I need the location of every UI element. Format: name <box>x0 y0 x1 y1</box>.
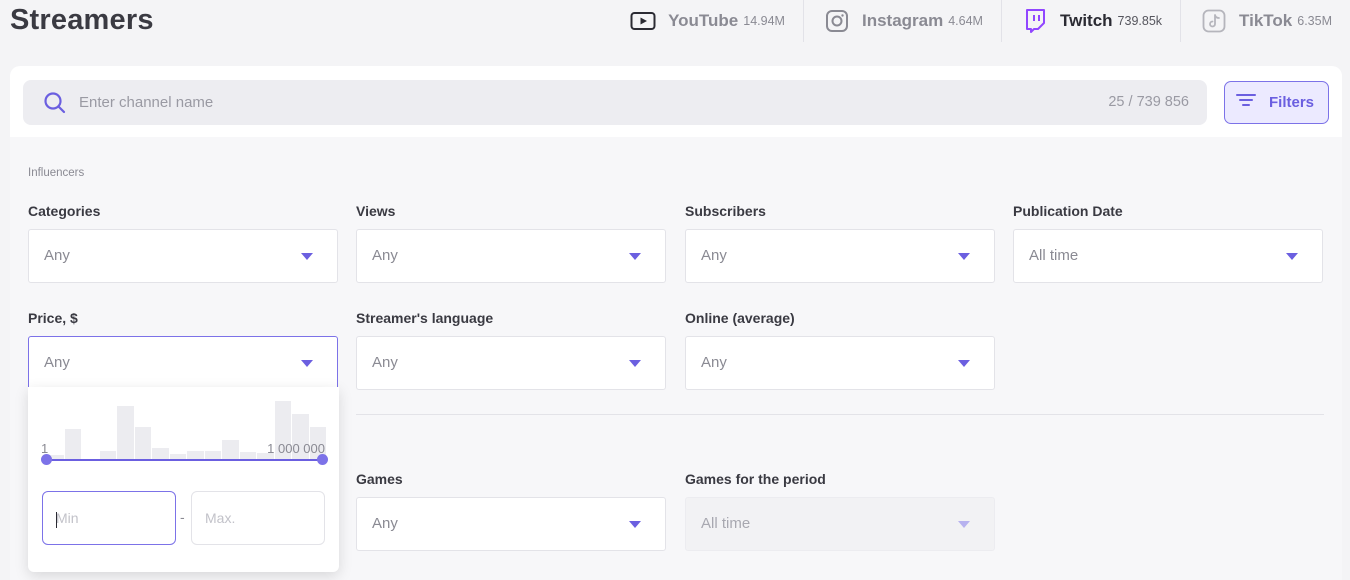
select-value: All time <box>1029 247 1079 264</box>
platform-count: 6.35M <box>1297 14 1332 28</box>
categories-select[interactable]: Any <box>28 229 338 283</box>
platform-tab-youtube[interactable]: YouTube 14.94M <box>610 0 803 42</box>
platform-count: 739.85k <box>1117 14 1163 28</box>
chevron-down-icon <box>1286 253 1298 260</box>
platform-tab-twitch[interactable]: Twitch 739.85k <box>1000 0 1180 42</box>
filter-label: Categories <box>28 203 101 219</box>
histogram-bar <box>222 440 239 460</box>
price-max-input[interactable] <box>191 491 325 545</box>
platform-name: Twitch <box>1059 11 1113 30</box>
histogram-bar <box>117 406 134 460</box>
select-value: Any <box>372 247 398 264</box>
filter-label: Views <box>356 203 396 219</box>
chevron-down-icon <box>629 521 641 528</box>
filter-games: Games Any <box>356 471 666 551</box>
results-counter: 25 / 739 856 <box>1108 94 1189 110</box>
filter-online: Online (average) Any <box>685 310 995 390</box>
online-select[interactable]: Any <box>685 336 995 390</box>
price-range-popup: 1 1 000 000 - <box>28 387 339 572</box>
range-max-handle[interactable] <box>317 454 328 465</box>
filter-label: Streamer's language <box>356 310 494 326</box>
platform-tab-instagram[interactable]: Instagram 4.64M <box>802 0 1001 42</box>
select-value: Any <box>372 515 398 532</box>
platform-tab-tiktok[interactable]: TikTok 6.35M <box>1180 0 1350 42</box>
chevron-down-icon <box>958 360 970 367</box>
filter-games-period: Games for the period All time <box>685 471 995 551</box>
filter-label: Publication Date <box>1013 203 1123 219</box>
platform-name: YouTube <box>668 11 739 30</box>
filter-publication-date: Publication Date All time <box>1013 203 1323 283</box>
games-period-select: All time <box>685 497 995 551</box>
filter-price: Price, $ Any <box>28 310 338 390</box>
search-bar: 25 / 739 856 <box>23 80 1207 125</box>
histogram-bar <box>64 429 81 460</box>
platform-name: TikTok <box>1239 11 1293 30</box>
games-select[interactable]: Any <box>356 497 666 551</box>
range-min-handle[interactable] <box>41 454 52 465</box>
range-separator: - <box>180 509 185 525</box>
filter-label: Online (average) <box>685 310 795 326</box>
filters-button[interactable]: Filters <box>1224 81 1329 124</box>
chevron-down-icon <box>301 253 313 260</box>
select-value: Any <box>701 247 727 264</box>
subscribers-select[interactable]: Any <box>685 229 995 283</box>
section-divider <box>356 414 1324 415</box>
select-value: Any <box>372 354 398 371</box>
filter-language: Streamer's language Any <box>356 310 666 390</box>
text-cursor <box>56 512 57 528</box>
chevron-down-icon <box>958 521 970 528</box>
language-select[interactable]: Any <box>356 336 666 390</box>
price-select[interactable]: Any <box>28 336 338 390</box>
section-label: Influencers <box>28 167 85 179</box>
instagram-icon <box>824 9 850 33</box>
select-value: Any <box>701 354 727 371</box>
price-min-input[interactable] <box>42 491 176 545</box>
views-select[interactable]: Any <box>356 229 666 283</box>
filter-categories: Categories Any <box>28 203 338 283</box>
chevron-down-icon <box>301 360 313 367</box>
filter-subscribers: Subscribers Any <box>685 203 995 283</box>
filters-button-label: Filters <box>1269 94 1315 111</box>
chevron-down-icon <box>958 253 970 260</box>
select-value: Any <box>44 354 70 371</box>
platform-name: Instagram <box>861 11 944 30</box>
search-icon <box>43 91 67 120</box>
filter-views: Views Any <box>356 203 666 283</box>
select-value: Any <box>44 247 70 264</box>
platform-count: 4.64M <box>948 14 983 28</box>
platform-count: 14.94M <box>743 14 785 28</box>
range-max-label: 1 000 000 <box>267 441 325 456</box>
youtube-icon <box>630 9 656 33</box>
chevron-down-icon <box>629 253 641 260</box>
select-value: All time <box>701 515 751 532</box>
tiktok-icon <box>1201 9 1227 33</box>
filter-label: Games <box>356 471 403 487</box>
platform-tabs: YouTube 14.94M Instagram 4.64M Twitch 73… <box>610 0 1350 42</box>
filter-label: Subscribers <box>685 203 766 219</box>
range-track <box>46 459 322 461</box>
twitch-icon <box>1022 9 1048 33</box>
histogram-bar <box>134 427 151 460</box>
chevron-down-icon <box>629 360 641 367</box>
search-input[interactable] <box>79 80 979 125</box>
filter-icon <box>1235 92 1257 113</box>
filter-label: Price, $ <box>28 310 78 326</box>
filter-label: Games for the period <box>685 471 826 487</box>
publication-date-select[interactable]: All time <box>1013 229 1323 283</box>
page-title: Streamers <box>10 4 154 36</box>
